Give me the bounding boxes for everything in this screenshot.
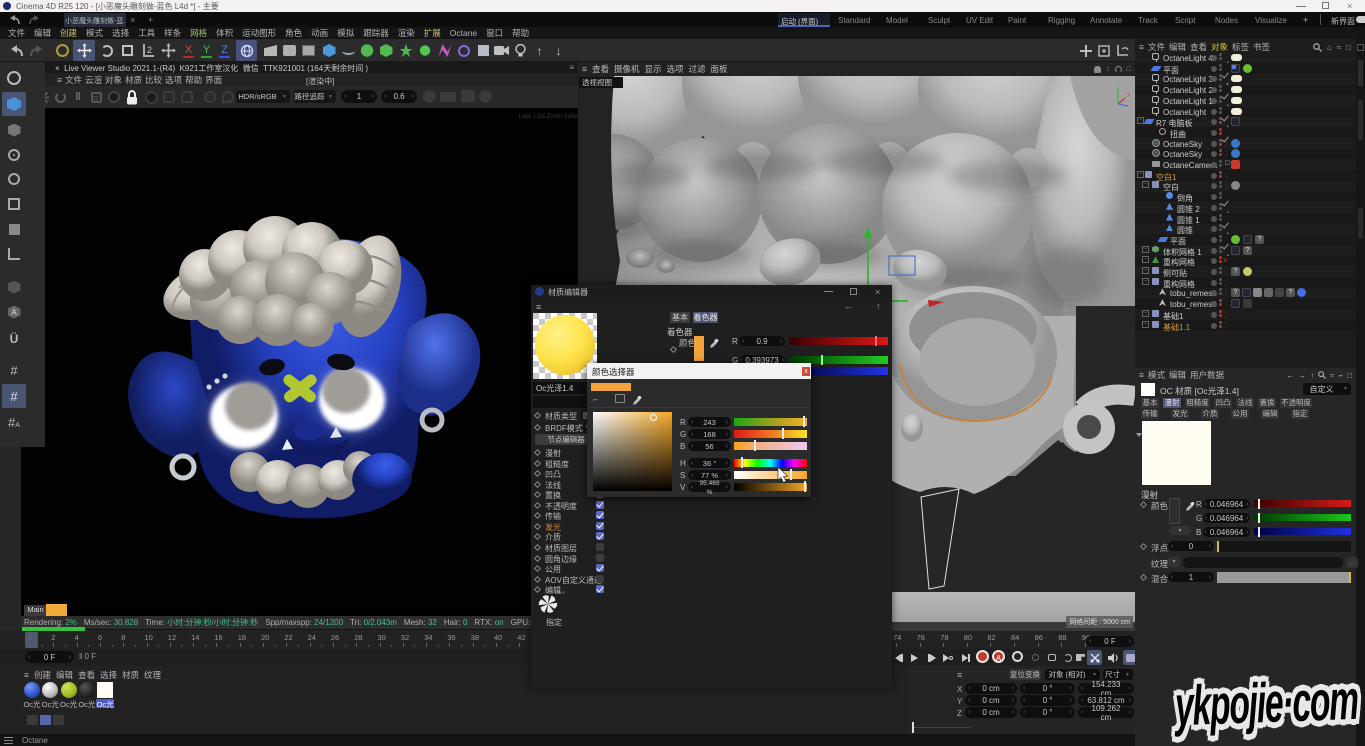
svg-text:Y: Y xyxy=(1116,83,1120,89)
svg-text:X: X xyxy=(1127,93,1131,99)
